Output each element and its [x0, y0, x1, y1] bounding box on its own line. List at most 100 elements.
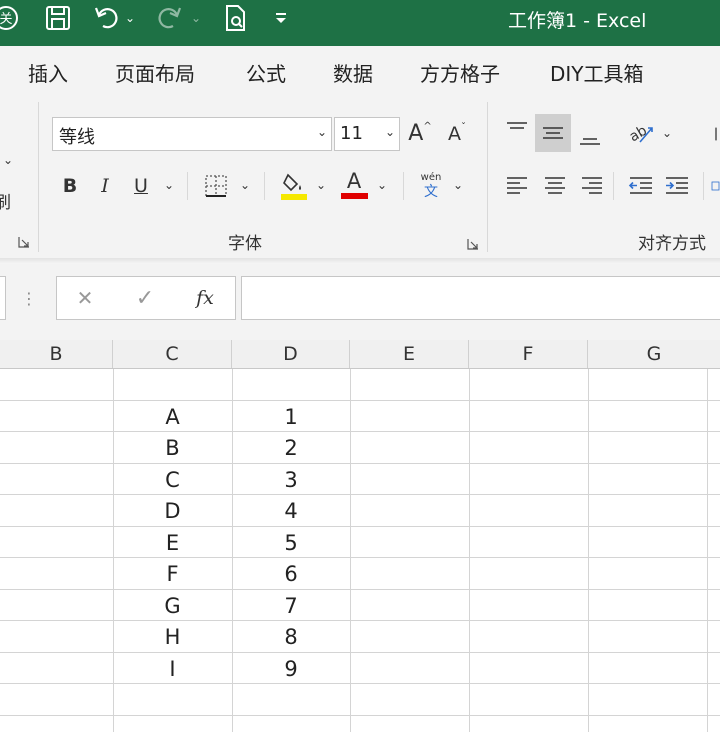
- bold-button[interactable]: B: [58, 172, 82, 200]
- autosave-icon[interactable]: 关: [0, 0, 24, 36]
- enter-icon[interactable]: ✓: [131, 285, 159, 311]
- worksheet-grid[interactable]: A 1 B 2 C 3 D 4 E 5 F 6 G 7 H 8 I 9: [0, 369, 720, 732]
- font-name-dropdown-icon[interactable]: ⌄: [317, 125, 327, 139]
- gridline: [350, 369, 351, 732]
- column-header-c[interactable]: C: [113, 340, 232, 368]
- font-size-dropdown-icon[interactable]: ⌄: [385, 125, 395, 139]
- tab-fangfangezi[interactable]: 方方格子: [420, 58, 500, 87]
- ribbon-separator: [487, 102, 488, 252]
- insert-function-icon[interactable]: fx: [189, 285, 221, 311]
- cell-d[interactable]: 1: [232, 401, 350, 432]
- phonetic-top-label: wén: [420, 172, 442, 183]
- redo-dropdown-icon[interactable]: ⌄: [188, 0, 204, 36]
- formula-buttons-box: ✕ ✓ fx: [56, 276, 236, 320]
- cell-c[interactable]: H: [113, 621, 232, 652]
- format-painter-label[interactable]: 刷: [0, 188, 11, 213]
- column-header-b[interactable]: B: [0, 340, 113, 368]
- cell-c[interactable]: B: [113, 432, 232, 463]
- orientation-dropdown-icon[interactable]: ⌄: [662, 126, 672, 140]
- tab-formulas[interactable]: 公式: [246, 58, 286, 87]
- svg-text:关: 关: [0, 12, 13, 27]
- cell-c[interactable]: C: [113, 464, 232, 495]
- font-size-combobox[interactable]: 11 ⌄: [334, 117, 400, 151]
- merge-center-icon[interactable]: [710, 172, 720, 200]
- increase-font-size-label: A: [408, 120, 424, 146]
- cell-d[interactable]: 8: [232, 621, 350, 652]
- font-dialog-launcher-icon[interactable]: [465, 236, 481, 252]
- gridline: [0, 589, 720, 590]
- cell-c[interactable]: A: [113, 401, 232, 432]
- ribbon-separator: [613, 172, 614, 200]
- tab-insert[interactable]: 插入: [28, 58, 68, 87]
- customize-quick-access-icon[interactable]: [270, 0, 292, 36]
- gridline: [707, 369, 708, 732]
- cell-c[interactable]: F: [113, 558, 232, 589]
- increase-indent-icon[interactable]: [662, 172, 692, 200]
- orientation-icon[interactable]: ab: [624, 116, 658, 150]
- print-preview-icon[interactable]: [220, 0, 252, 36]
- decrease-indent-icon[interactable]: [626, 172, 656, 200]
- increase-font-size-button[interactable]: A ^: [406, 118, 434, 148]
- drag-handle-icon[interactable]: ⋮: [21, 286, 37, 310]
- font-group-label: 字体: [228, 234, 262, 254]
- gridline: [0, 463, 720, 464]
- top-align-icon[interactable]: [502, 116, 532, 146]
- bottom-align-icon[interactable]: [575, 122, 605, 152]
- undo-icon[interactable]: [90, 0, 124, 36]
- ribbon-tabs: 插入 页面布局 公式 数据 方方格子 DIY工具箱: [0, 46, 720, 94]
- cell-c[interactable]: I: [113, 653, 232, 684]
- borders-icon[interactable]: [202, 172, 230, 200]
- ribbon-separator: [187, 172, 188, 200]
- paste-dropdown-icon[interactable]: ⌄: [3, 153, 13, 167]
- decrease-font-size-label: A: [448, 123, 461, 145]
- italic-button[interactable]: I: [94, 172, 116, 200]
- tab-data[interactable]: 数据: [333, 58, 373, 87]
- borders-dropdown-icon[interactable]: ⌄: [240, 178, 250, 192]
- align-left-icon[interactable]: [502, 172, 532, 200]
- middle-align-icon[interactable]: [535, 114, 571, 152]
- redo-icon[interactable]: [152, 0, 186, 36]
- undo-dropdown-icon[interactable]: ⌄: [122, 0, 138, 36]
- tab-page-layout[interactable]: 页面布局: [115, 58, 195, 87]
- align-center-icon[interactable]: [540, 172, 570, 200]
- underline-dropdown-icon[interactable]: ⌄: [164, 178, 174, 192]
- cell-c[interactable]: G: [113, 590, 232, 621]
- cell-c[interactable]: E: [113, 527, 232, 558]
- save-icon[interactable]: [40, 0, 76, 36]
- wrap-text-icon[interactable]: [712, 120, 720, 148]
- gridline: [469, 369, 470, 732]
- fill-color-icon[interactable]: [279, 168, 309, 202]
- font-color-dropdown-icon[interactable]: ⌄: [377, 178, 387, 192]
- align-right-icon[interactable]: [577, 172, 607, 200]
- caret-down-icon: ˇ: [461, 121, 466, 133]
- column-header-e[interactable]: E: [350, 340, 469, 368]
- cell-d[interactable]: 2: [232, 432, 350, 463]
- cell-c[interactable]: D: [113, 495, 232, 526]
- cell-d[interactable]: 9: [232, 653, 350, 684]
- font-name-combobox[interactable]: 等线 ⌄: [52, 117, 332, 151]
- cell-d[interactable]: 5: [232, 527, 350, 558]
- cancel-icon[interactable]: ✕: [71, 285, 99, 311]
- cell-d[interactable]: 4: [232, 495, 350, 526]
- ribbon-separator: [703, 172, 704, 200]
- cell-d[interactable]: 6: [232, 558, 350, 589]
- formula-input[interactable]: [241, 276, 720, 320]
- gridline: [0, 526, 720, 527]
- phonetic-dropdown-icon[interactable]: ⌄: [453, 178, 463, 192]
- tab-diy-toolbox[interactable]: DIY工具箱: [550, 58, 644, 87]
- gridline: [0, 683, 720, 684]
- cell-d[interactable]: 3: [232, 464, 350, 495]
- column-header-g[interactable]: G: [588, 340, 720, 368]
- decrease-font-size-button[interactable]: Aˇ: [444, 120, 470, 148]
- phonetic-guide-button[interactable]: wén 文: [416, 170, 446, 202]
- column-header-d[interactable]: D: [232, 340, 350, 368]
- column-header-f[interactable]: F: [469, 340, 588, 368]
- underline-button[interactable]: U: [129, 172, 153, 200]
- name-box[interactable]: [0, 276, 6, 320]
- font-color-button[interactable]: A: [339, 166, 369, 202]
- clipboard-dialog-launcher-icon[interactable]: [16, 234, 32, 250]
- ribbon-separator: [38, 102, 39, 252]
- cell-d[interactable]: 7: [232, 590, 350, 621]
- fill-color-dropdown-icon[interactable]: ⌄: [316, 178, 326, 192]
- gridline: [0, 557, 720, 558]
